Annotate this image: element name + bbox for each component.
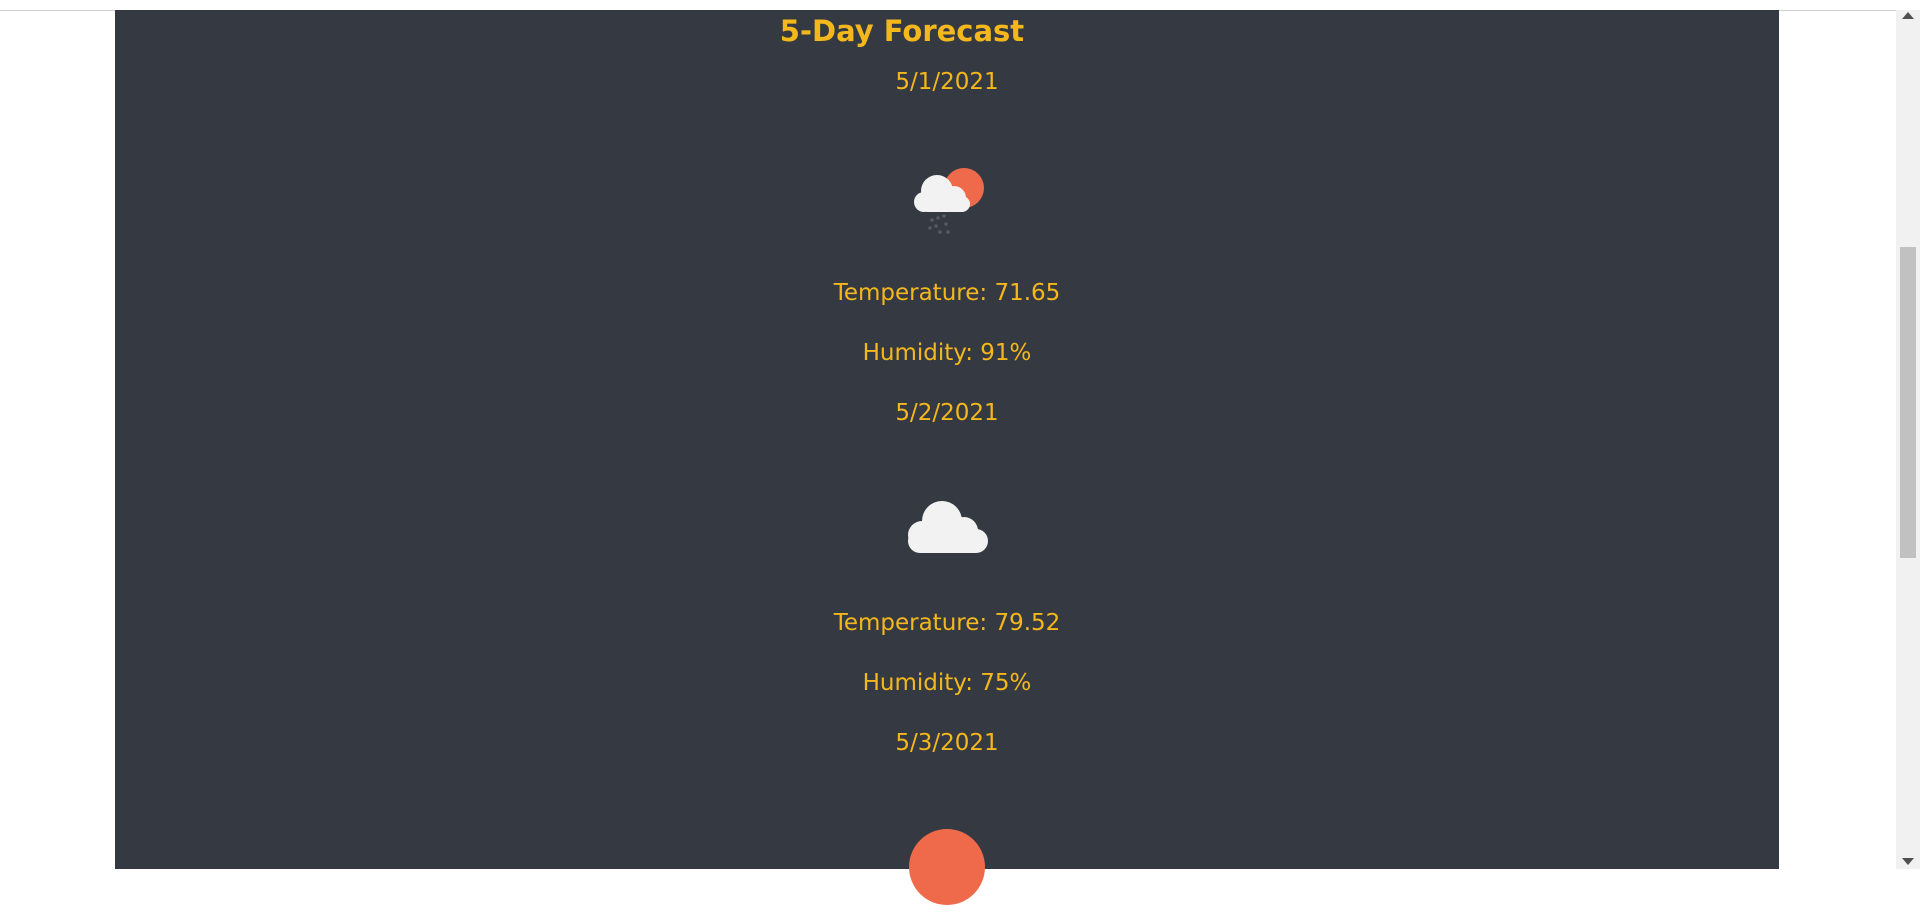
rain-cloud-sun-icon [115, 158, 1779, 248]
cloud-icon [115, 495, 1779, 585]
forecast-date-2: 5/2/2021 [895, 400, 999, 426]
forecast-humidity-2: Humidity: 75% [862, 670, 1032, 696]
forecast-date-3: 5/3/2021 [895, 730, 999, 756]
forecast-title: 5-Day Forecast [779, 14, 1025, 48]
forecast-temperature-1: Temperature: 71.65 [833, 280, 1061, 306]
forecast-date-1: 5/1/2021 [895, 69, 999, 95]
scroll-down-arrow-icon[interactable] [1902, 858, 1914, 865]
forecast-panel: 5-Day Forecast 5/1/2021 Temperature: 71.… [115, 10, 1779, 905]
scroll-up-arrow-icon[interactable] [1902, 12, 1914, 19]
vertical-scrollbar[interactable] [1896, 10, 1920, 869]
forecast-humidity-1: Humidity: 91% [862, 340, 1032, 366]
scroll-thumb[interactable] [1900, 247, 1916, 558]
forecast-temperature-2: Temperature: 79.52 [833, 610, 1061, 636]
sun-icon [115, 822, 1779, 912]
